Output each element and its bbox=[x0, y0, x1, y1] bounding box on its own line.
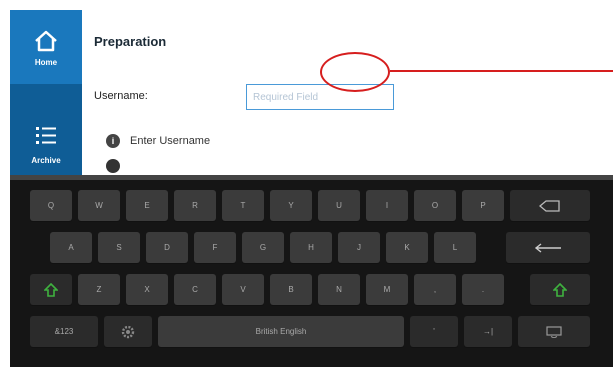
key-w[interactable]: W bbox=[78, 190, 120, 221]
key-d[interactable]: D bbox=[146, 232, 188, 263]
key-j[interactable]: J bbox=[338, 232, 380, 263]
key-y[interactable]: Y bbox=[270, 190, 312, 221]
key-r[interactable]: R bbox=[174, 190, 216, 221]
key-i[interactable]: I bbox=[366, 190, 408, 221]
key-f[interactable]: F bbox=[194, 232, 236, 263]
key-period[interactable]: . bbox=[462, 274, 504, 305]
hint-text: Enter Username bbox=[130, 134, 211, 147]
key-v[interactable]: V bbox=[222, 274, 264, 305]
key-m[interactable]: M bbox=[366, 274, 408, 305]
key-o[interactable]: O bbox=[414, 190, 456, 221]
tab-key[interactable]: →| bbox=[464, 316, 512, 347]
key-z[interactable]: Z bbox=[78, 274, 120, 305]
key-s[interactable]: S bbox=[98, 232, 140, 263]
shift-right-key[interactable] bbox=[530, 274, 590, 305]
list-icon bbox=[36, 127, 56, 144]
key-e[interactable]: E bbox=[126, 190, 168, 221]
enter-key[interactable] bbox=[506, 232, 590, 263]
key-c[interactable]: C bbox=[174, 274, 216, 305]
page-title: Preparation bbox=[94, 34, 167, 49]
key-b[interactable]: B bbox=[270, 274, 312, 305]
settings-key[interactable] bbox=[104, 316, 152, 347]
info-icon: i bbox=[106, 134, 120, 148]
sidebar-item-label: Archive bbox=[31, 156, 61, 165]
onscreen-keyboard: Q W E R T Y U I O P A S D F G H J K L Z … bbox=[10, 180, 613, 367]
key-comma[interactable]: , bbox=[414, 274, 456, 305]
device-frame: Home Archive Preparation Username: Requi… bbox=[10, 10, 613, 367]
shift-left-key[interactable] bbox=[30, 274, 72, 305]
key-p[interactable]: P bbox=[462, 190, 504, 221]
home-icon bbox=[35, 30, 57, 52]
gear-icon bbox=[121, 325, 135, 339]
sidebar-item-home[interactable]: Home bbox=[10, 10, 82, 84]
key-a[interactable]: A bbox=[50, 232, 92, 263]
key-apostrophe[interactable]: ' bbox=[410, 316, 458, 347]
key-q[interactable]: Q bbox=[30, 190, 72, 221]
info-icon bbox=[106, 159, 120, 173]
key-g[interactable]: G bbox=[242, 232, 284, 263]
key-x[interactable]: X bbox=[126, 274, 168, 305]
keyboard-icon bbox=[546, 326, 562, 339]
key-t[interactable]: T bbox=[222, 190, 264, 221]
key-u[interactable]: U bbox=[318, 190, 360, 221]
shift-icon bbox=[552, 282, 568, 297]
key-n[interactable]: N bbox=[318, 274, 360, 305]
main-content: Preparation Username: Required Field i En… bbox=[82, 10, 613, 180]
key-l[interactable]: L bbox=[434, 232, 476, 263]
backspace-icon bbox=[538, 200, 560, 212]
shift-icon bbox=[43, 282, 59, 297]
backspace-key[interactable] bbox=[510, 190, 590, 221]
symbols-key[interactable]: &123 bbox=[30, 316, 98, 347]
hint-row: i Enter Username bbox=[106, 134, 210, 148]
highlight-ellipse bbox=[320, 52, 390, 92]
space-bar[interactable]: British English bbox=[158, 316, 404, 347]
sidebar-item-label: Home bbox=[34, 58, 58, 67]
sidebar-item-archive[interactable]: Archive bbox=[10, 116, 82, 180]
key-h[interactable]: H bbox=[290, 232, 332, 263]
key-k[interactable]: K bbox=[386, 232, 428, 263]
enter-arrow-icon bbox=[534, 243, 561, 253]
hide-keyboard-key[interactable] bbox=[518, 316, 590, 347]
username-label: Username: bbox=[94, 90, 148, 102]
app-screen: Home Archive Preparation Username: Requi… bbox=[10, 10, 613, 180]
callout-line bbox=[390, 70, 613, 72]
sidebar: Home Archive bbox=[10, 10, 82, 180]
